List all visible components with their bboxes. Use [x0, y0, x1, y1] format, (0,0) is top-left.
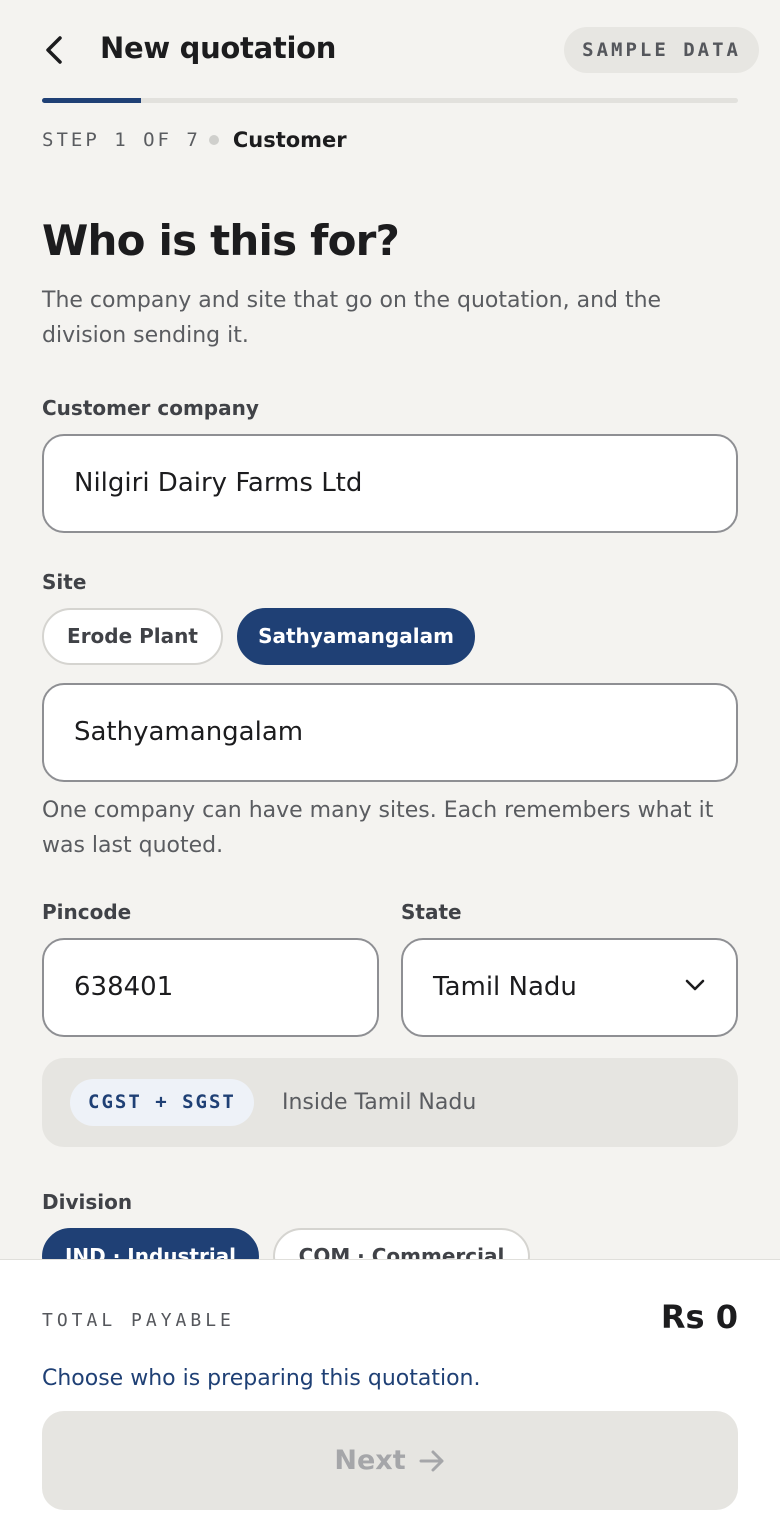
progress-fill: [42, 98, 142, 103]
site-chip-erode-plant[interactable]: Erode Plant: [42, 608, 223, 665]
state-select-value: Tamil Nadu: [433, 972, 577, 1002]
section-subtitle: The company and site that go on the quot…: [42, 288, 662, 348]
total-payable-label: TOTAL PAYABLE: [42, 1310, 235, 1331]
arrow-right-icon: [419, 1450, 444, 1471]
site-helper-text: One company can have many sites. Each re…: [42, 798, 714, 858]
customer-company-input[interactable]: Nilgiri Dairy Farms Ltd: [42, 434, 738, 533]
progress-bar: [42, 98, 738, 103]
site-input[interactable]: Sathyamangalam: [42, 683, 738, 782]
pincode-label: Pincode: [42, 900, 132, 924]
division-label: Division: [42, 1190, 133, 1214]
step-indicator: STEP 1 OF 7 Customer: [42, 124, 347, 156]
next-button-label: Next: [334, 1445, 406, 1476]
sample-data-badge: SAMPLE DATA: [564, 27, 759, 73]
tax-type-badge: CGST + SGST: [70, 1079, 254, 1126]
tax-info-box: CGST + SGST Inside Tamil Nadu: [42, 1058, 738, 1147]
state-select[interactable]: Tamil Nadu: [401, 938, 738, 1037]
footer-bar: TOTAL PAYABLE Rs 0 Choose who is prepari…: [0, 1259, 780, 1531]
chevron-left-icon: [46, 36, 62, 64]
step-separator-dot: [208, 135, 219, 145]
page-title: New quotation: [100, 31, 337, 65]
state-label: State: [401, 900, 462, 924]
chevron-down-icon: [685, 979, 705, 991]
total-payable-value: Rs 0: [660, 1298, 738, 1336]
step-name: Customer: [232, 128, 347, 152]
customer-company-label: Customer company: [42, 396, 259, 420]
tax-note: Inside Tamil Nadu: [282, 1090, 477, 1115]
footer-hint: Choose who is preparing this quotation.: [42, 1366, 481, 1391]
next-button[interactable]: Next: [42, 1411, 738, 1510]
pincode-input[interactable]: 638401: [42, 938, 379, 1037]
site-label: Site: [42, 570, 87, 594]
section-heading: Who is this for?: [42, 216, 400, 265]
site-chip-sathyamangalam[interactable]: Sathyamangalam: [237, 608, 475, 665]
app-header: New quotation SAMPLE DATA: [0, 0, 780, 100]
back-button[interactable]: [34, 28, 74, 72]
step-count: STEP 1 OF 7: [42, 129, 201, 151]
